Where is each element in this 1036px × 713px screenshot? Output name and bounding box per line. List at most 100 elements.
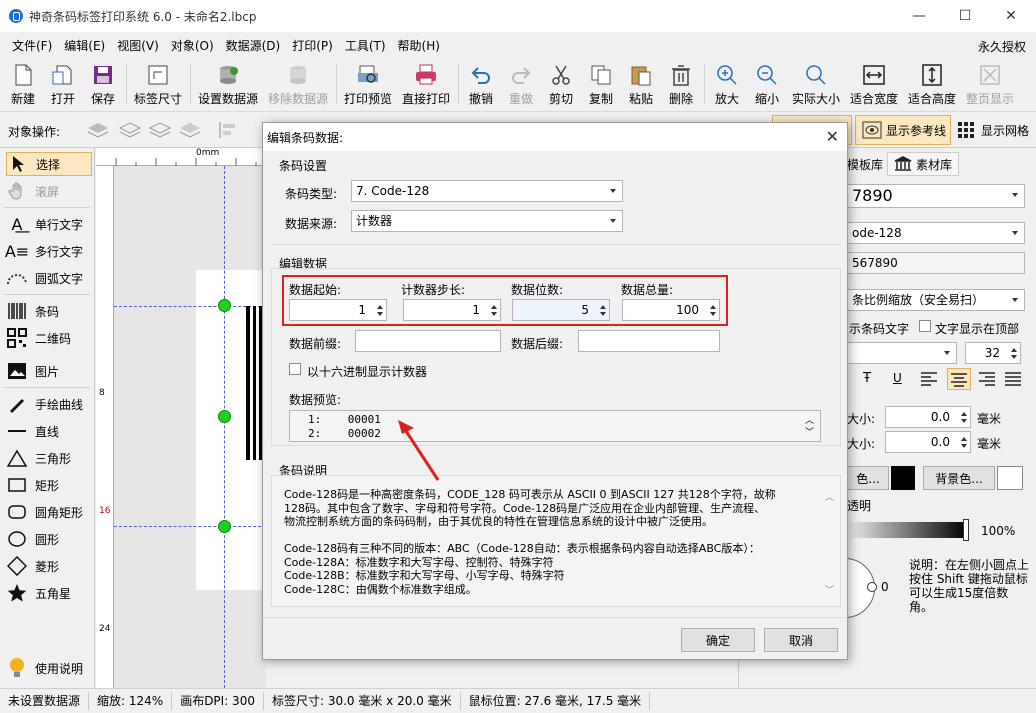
- barcode-type-select[interactable]: 7. Code-128: [351, 180, 623, 202]
- align-text-right-icon[interactable]: [977, 369, 999, 389]
- chevron-up-icon[interactable]: ︿: [825, 490, 834, 503]
- menu-tools[interactable]: 工具(T): [339, 37, 392, 54]
- prefix-input[interactable]: [355, 330, 501, 352]
- tool-qrcode[interactable]: 二维码: [6, 326, 71, 350]
- museum-icon: [894, 156, 912, 172]
- font-size-spinner[interactable]: 32: [965, 342, 1021, 364]
- chevron-down-icon[interactable]: ﹀: [825, 583, 834, 596]
- layer-bottom-icon[interactable]: [178, 120, 202, 140]
- cut-button[interactable]: 剪切: [546, 62, 576, 110]
- menu-datasource[interactable]: 数据源(D): [220, 37, 287, 54]
- menu-file[interactable]: 文件(F): [6, 37, 58, 54]
- tool-single-text[interactable]: A͟ 单行文字: [6, 212, 84, 236]
- align-text-left-icon[interactable]: [919, 369, 941, 389]
- suffix-input[interactable]: [578, 330, 720, 352]
- fit-height-button[interactable]: 适合高度: [906, 62, 958, 110]
- tool-image[interactable]: 图片: [6, 359, 59, 383]
- barcode-value-combo[interactable]: 7890: [847, 184, 1025, 208]
- menu-bar: 文件(F) 编辑(E) 视图(V) 对象(O) 数据源(D) 打印(P) 工具(…: [0, 32, 1036, 58]
- size-spinner-1[interactable]: 0.0: [885, 406, 971, 428]
- show-grid-toggle[interactable]: 显示网格: [955, 115, 1035, 145]
- size-spinner-2[interactable]: 0.0: [885, 431, 971, 453]
- set-datasource-button[interactable]: 设置数据源: [196, 62, 260, 110]
- rotation-handle[interactable]: [867, 582, 877, 592]
- tool-barcode[interactable]: 条码: [6, 299, 59, 323]
- dialog-close-icon[interactable]: ✕: [826, 127, 839, 146]
- remove-datasource-button[interactable]: 移除数据源: [266, 62, 330, 110]
- resize-handle[interactable]: [218, 410, 231, 423]
- print-preview-button[interactable]: 打印预览: [342, 62, 394, 110]
- cancel-button[interactable]: 取消: [764, 628, 838, 652]
- preview-list[interactable]: 1: 00001 2: 00002 ︿ ﹀: [289, 410, 821, 442]
- redo-icon: [508, 62, 534, 88]
- redo-button[interactable]: 重做: [506, 62, 536, 110]
- save-button[interactable]: 保存: [88, 62, 118, 110]
- transparency-slider[interactable]: [847, 522, 967, 538]
- menu-view[interactable]: 视图(V): [111, 37, 165, 54]
- zoom-out-button[interactable]: 缩小: [752, 62, 782, 110]
- menu-object[interactable]: 对象(O): [165, 37, 220, 54]
- background-color-swatch[interactable]: [997, 466, 1023, 490]
- fit-width-button[interactable]: 适合宽度: [848, 62, 900, 110]
- delete-button[interactable]: 删除: [666, 62, 696, 110]
- barcode-object[interactable]: [246, 306, 262, 460]
- chevron-down-icon[interactable]: ﹀: [805, 425, 814, 438]
- resize-handle[interactable]: [218, 520, 231, 533]
- tool-diamond[interactable]: 菱形: [6, 554, 59, 578]
- underline-icon[interactable]: U: [893, 371, 902, 385]
- preview-row: 2: 00002: [308, 427, 381, 440]
- align-text-justify-icon[interactable]: [1003, 369, 1025, 389]
- maximize-button[interactable]: ☐: [942, 0, 988, 32]
- ok-button[interactable]: 确定: [681, 628, 755, 652]
- design-canvas[interactable]: 0mm 8 16 24: [96, 148, 266, 688]
- tool-scroll[interactable]: 滚屏: [6, 179, 59, 203]
- layer-up-icon[interactable]: [118, 120, 142, 140]
- background-color-button[interactable]: 背景色...: [923, 466, 995, 490]
- data-source-select[interactable]: 计数器: [351, 210, 623, 232]
- barcode-type-combo[interactable]: ode-128: [847, 222, 1025, 244]
- tool-star[interactable]: 五角星: [6, 581, 71, 605]
- foreground-color-swatch[interactable]: [891, 466, 915, 490]
- close-window-button[interactable]: ✕: [988, 0, 1034, 32]
- tool-circle[interactable]: 圆形: [6, 527, 59, 551]
- tool-line[interactable]: 直线: [6, 419, 59, 443]
- text-top-checkbox[interactable]: [919, 320, 931, 332]
- tool-rounded-rect[interactable]: 圆角矩形: [6, 500, 83, 524]
- tool-multi-text[interactable]: A≡ 多行文字: [5, 239, 83, 263]
- barcode-data-field[interactable]: 567890: [847, 252, 1025, 274]
- layer-icon[interactable]: [86, 120, 110, 140]
- help-button[interactable]: 使用说明: [6, 656, 83, 680]
- layer-down-icon[interactable]: [148, 120, 172, 140]
- menu-edit[interactable]: 编辑(E): [58, 37, 111, 54]
- open-button[interactable]: 打开: [48, 62, 78, 110]
- resize-handle[interactable]: [218, 299, 231, 312]
- transparency-label: 透明: [847, 499, 872, 513]
- menu-print[interactable]: 打印(P): [286, 37, 339, 54]
- actual-size-button[interactable]: 实际大小: [790, 62, 842, 110]
- tool-select[interactable]: 选择: [6, 152, 92, 176]
- minimize-button[interactable]: —: [896, 0, 942, 32]
- copy-button[interactable]: 复制: [586, 62, 616, 110]
- full-page-button[interactable]: 整页显示: [964, 62, 1016, 110]
- tool-rectangle[interactable]: 矩形: [6, 473, 59, 497]
- strikethrough-icon[interactable]: Ŧ: [863, 371, 871, 386]
- direct-print-button[interactable]: 直接打印: [400, 62, 452, 110]
- tool-triangle[interactable]: 三角形: [6, 446, 71, 470]
- font-family-combo[interactable]: [847, 342, 957, 364]
- tab-materials[interactable]: 素材库: [887, 152, 959, 176]
- tool-arc-text[interactable]: 圆弧文字: [6, 266, 83, 290]
- align-left-icon[interactable]: [218, 121, 240, 139]
- hex-checkbox[interactable]: [289, 363, 301, 375]
- foreground-color-button[interactable]: 色...: [847, 466, 889, 490]
- tool-freehand[interactable]: 手绘曲线: [6, 392, 83, 416]
- show-guides-toggle[interactable]: 显示参考线: [855, 115, 951, 145]
- menu-help[interactable]: 帮助(H): [392, 37, 446, 54]
- label-size-button[interactable]: 标签尺寸: [132, 62, 184, 110]
- scale-mode-combo[interactable]: 条比例缩放（安全易扫）: [847, 289, 1025, 311]
- undo-button[interactable]: 撤销: [466, 62, 496, 110]
- paste-button[interactable]: 粘贴: [626, 62, 656, 110]
- transparency-thumb[interactable]: [963, 519, 969, 541]
- new-button[interactable]: 新建: [8, 62, 38, 110]
- align-text-center-icon[interactable]: [947, 368, 971, 390]
- zoom-in-button[interactable]: 放大: [712, 62, 742, 110]
